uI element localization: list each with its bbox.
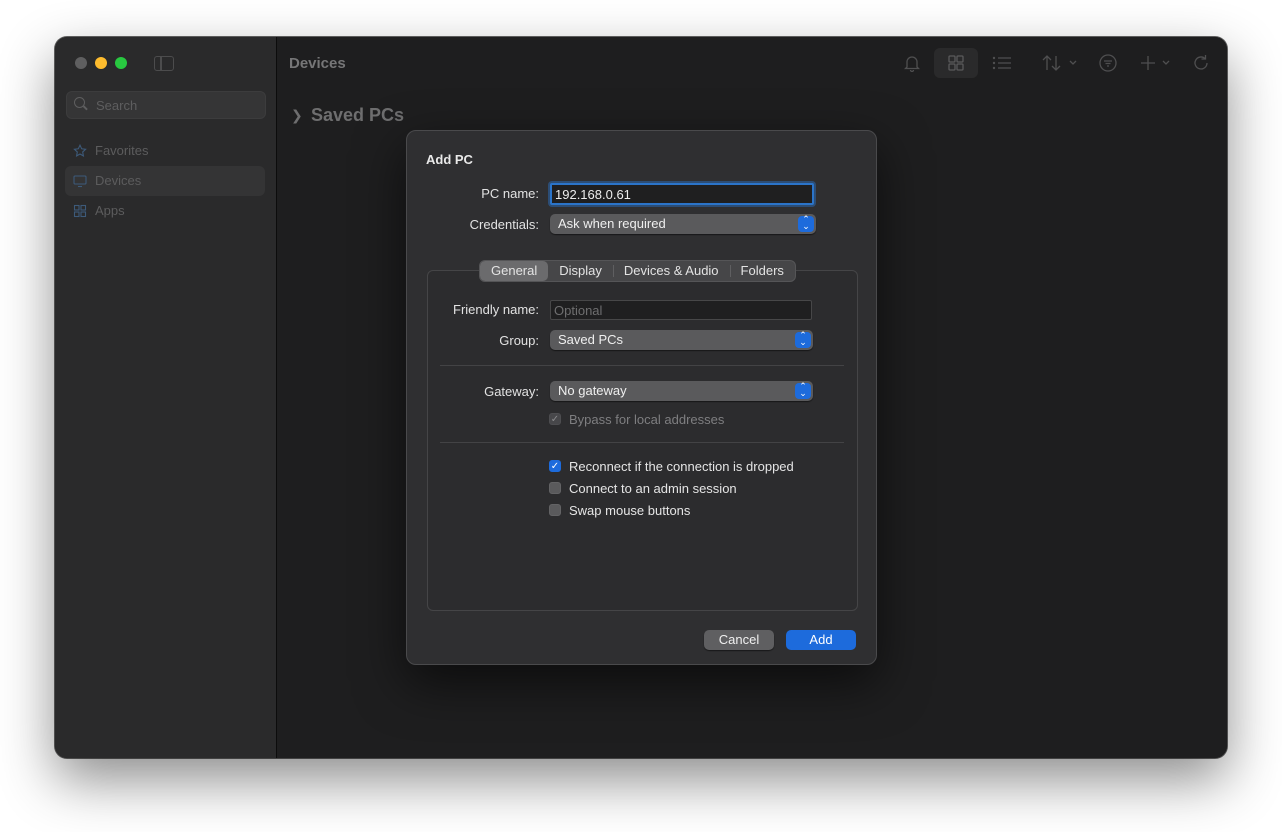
bell-icon[interactable]: [904, 54, 920, 72]
add-icon[interactable]: [1140, 54, 1174, 72]
list-view-icon[interactable]: [992, 56, 1012, 70]
sort-icon[interactable]: [1042, 54, 1082, 72]
swap-mouse-label[interactable]: Swap mouse buttons: [569, 503, 690, 518]
divider: [440, 442, 844, 443]
admin-session-checkbox[interactable]: [549, 482, 561, 494]
friendly-name-label: Friendly name:: [453, 302, 539, 317]
sidebar-item-devices[interactable]: Devices: [65, 166, 265, 196]
divider: [440, 365, 844, 366]
tab-panel: [427, 270, 858, 611]
refresh-icon[interactable]: [1192, 54, 1210, 72]
reconnect-label[interactable]: Reconnect if the connection is dropped: [569, 459, 794, 474]
filter-icon[interactable]: [1099, 54, 1117, 72]
chevron-up-down-icon: ⌃ ⌄: [795, 331, 811, 348]
add-button[interactable]: Add: [786, 630, 856, 650]
monitor-icon: [73, 175, 87, 188]
cancel-button[interactable]: Cancel: [704, 630, 774, 650]
chevron-up-down-icon: ⌃ ⌄: [798, 215, 814, 232]
chevron-right-icon[interactable]: ❯: [291, 107, 303, 124]
apps-grid-icon: [73, 204, 87, 218]
tab-general[interactable]: General: [480, 261, 549, 281]
tab-devices-audio[interactable]: Devices & Audio: [612, 261, 730, 281]
admin-session-label[interactable]: Connect to an admin session: [569, 481, 737, 496]
search-field[interactable]: [66, 91, 266, 119]
pc-name-field[interactable]: [550, 183, 814, 205]
credentials-value: Ask when required: [558, 216, 666, 231]
sidebar-item-apps[interactable]: Apps: [65, 196, 265, 226]
sidebar-item-label: Favorites: [95, 143, 149, 158]
gateway-popup[interactable]: No gateway ⌃ ⌄: [550, 381, 813, 401]
pc-name-input[interactable]: [552, 185, 812, 203]
swap-mouse-checkbox[interactable]: [549, 504, 561, 516]
close-window-button[interactable]: [75, 57, 87, 69]
dialog-title: Add PC: [426, 152, 473, 167]
bypass-local-checkbox: ✓: [549, 413, 561, 425]
group-header[interactable]: Saved PCs: [311, 105, 404, 126]
group-value: Saved PCs: [558, 332, 624, 347]
credentials-popup[interactable]: Ask when required ⌃ ⌄: [550, 214, 816, 234]
friendly-name-input[interactable]: [551, 301, 811, 319]
bypass-local-label: Bypass for local addresses: [569, 412, 725, 427]
grid-view-icon[interactable]: [948, 55, 964, 71]
search-icon: [74, 97, 85, 108]
tab-display[interactable]: Display: [548, 261, 613, 281]
search-input[interactable]: [94, 95, 258, 115]
gateway-value: No gateway: [558, 383, 627, 398]
star-icon: [73, 144, 87, 157]
gateway-label: Gateway:: [484, 384, 539, 399]
minimize-window-button[interactable]: [95, 57, 107, 69]
reconnect-checkbox[interactable]: ✓: [549, 460, 561, 472]
sidebar-item-label: Apps: [95, 203, 125, 218]
sidebar-item-label: Devices: [95, 173, 142, 188]
sidebar-item-favorites[interactable]: Favorites: [65, 136, 265, 166]
sidebar: Favorites Devices Apps: [55, 37, 277, 758]
sidebar-toggle-icon[interactable]: [154, 56, 174, 71]
group-popup[interactable]: Saved PCs ⌃ ⌄: [550, 330, 813, 350]
friendly-name-field[interactable]: [550, 300, 812, 320]
group-label: Group:: [499, 333, 539, 348]
pc-name-label: PC name:: [481, 186, 539, 201]
page-title: Devices: [289, 55, 346, 72]
tab-folders[interactable]: Folders: [729, 261, 795, 281]
chevron-up-down-icon: ⌃ ⌄: [795, 382, 811, 399]
credentials-label: Credentials:: [469, 217, 539, 232]
zoom-window-button[interactable]: [115, 57, 127, 69]
tab-bar: General Display Devices & Audio Folders: [479, 260, 796, 282]
add-pc-dialog: Add PC PC name: Credentials: Ask when re…: [406, 130, 877, 665]
